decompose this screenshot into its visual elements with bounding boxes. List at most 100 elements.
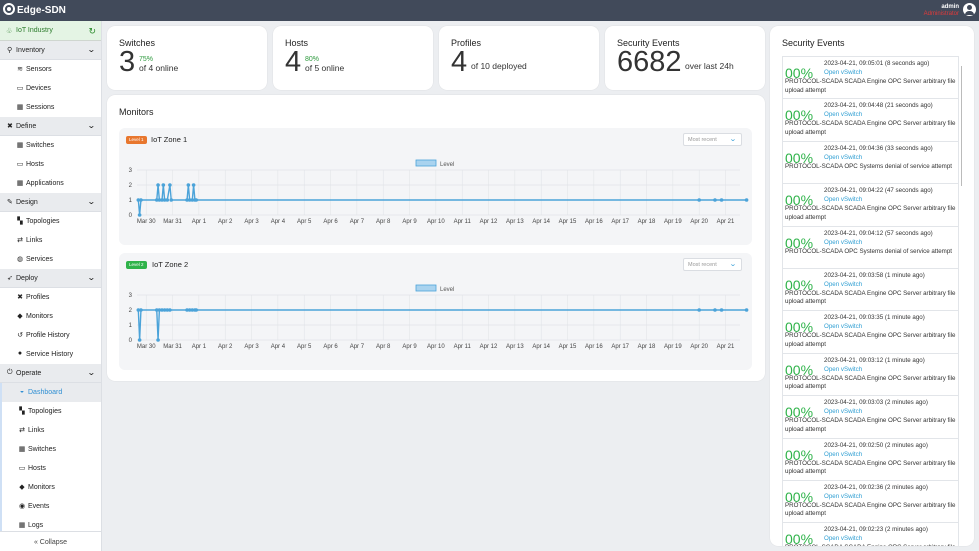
data-point[interactable] bbox=[137, 338, 142, 342]
sidebar-item-label: Events bbox=[28, 503, 50, 510]
sidebar-item-devices[interactable]: ▭ Devices bbox=[0, 79, 101, 98]
data-point[interactable] bbox=[697, 308, 701, 312]
events-scrollbar[interactable] bbox=[961, 66, 962, 186]
exchange-icon: ⇄ bbox=[19, 427, 25, 434]
data-point[interactable] bbox=[165, 198, 170, 202]
chevron-down-icon: ⌄ bbox=[87, 121, 97, 130]
sidebar-section-inventory[interactable]: ⚲ Inventory ⌄ bbox=[0, 41, 101, 60]
info-icon: ● bbox=[17, 350, 23, 357]
security-event-item[interactable]: 00% 2023-04-21, 09:04:22 (47 seconds ago)… bbox=[782, 183, 959, 226]
sidebar-item-switches[interactable]: ▦ Switches bbox=[0, 440, 101, 459]
data-point[interactable] bbox=[194, 308, 199, 312]
open-vswitch-link[interactable]: Open vSwitch bbox=[824, 451, 862, 458]
open-vswitch-link[interactable]: Open vSwitch bbox=[824, 281, 862, 288]
sidebar-item-profiles[interactable]: ✖ Profiles bbox=[0, 288, 101, 307]
sidebar-item-sensors[interactable]: ≋ Sensors bbox=[0, 60, 101, 79]
x-tick-label: Apr 14 bbox=[532, 219, 550, 225]
open-vswitch-link[interactable]: Open vSwitch bbox=[824, 196, 862, 203]
open-vswitch-link[interactable]: Open vSwitch bbox=[824, 111, 862, 118]
sidebar-section-label: Design bbox=[16, 199, 38, 206]
open-vswitch-link[interactable]: Open vSwitch bbox=[824, 366, 862, 373]
sidebar-item-label: Switches bbox=[28, 446, 57, 453]
data-point[interactable] bbox=[697, 198, 701, 202]
open-vswitch-link[interactable]: Open vSwitch bbox=[824, 493, 862, 500]
security-event-item[interactable]: 00% 2023-04-21, 09:05:01 (8 seconds ago) O… bbox=[782, 56, 959, 99]
security-event-item[interactable]: 00% 2023-04-21, 09:03:35 (1 minute ago) Op… bbox=[782, 310, 959, 353]
data-point[interactable] bbox=[194, 198, 199, 202]
sidebar-item-switches[interactable]: ▦ Switches bbox=[0, 136, 101, 155]
data-point[interactable] bbox=[161, 183, 166, 187]
sidebar-item-topologies[interactable]: ▚ Topologies bbox=[0, 212, 101, 231]
data-point[interactable] bbox=[169, 198, 174, 202]
refresh-icon[interactable]: ↻ bbox=[88, 26, 96, 37]
data-point[interactable] bbox=[713, 198, 717, 202]
sidebar-item-links[interactable]: ⇄ Links bbox=[0, 421, 101, 440]
data-point[interactable] bbox=[186, 183, 191, 187]
open-vswitch-link[interactable]: Open vSwitch bbox=[824, 154, 862, 161]
sidebar-item-dashboard[interactable]: ◒ Dashboard bbox=[0, 383, 101, 402]
x-tick-label: Apr 9 bbox=[402, 344, 417, 350]
data-point[interactable] bbox=[156, 338, 160, 342]
sidebar-item-events[interactable]: ◉ Events bbox=[0, 497, 101, 516]
security-event-item[interactable]: 00% 2023-04-21, 09:03:58 (1 minute ago) Op… bbox=[782, 267, 959, 311]
data-point[interactable] bbox=[168, 308, 172, 312]
workspace-selector[interactable]: ♧ IoT Industry ↻ bbox=[0, 21, 101, 41]
map-icon: ▚ bbox=[19, 408, 25, 415]
sidebar-item-hosts[interactable]: ▭ Hosts bbox=[0, 155, 101, 174]
data-point[interactable] bbox=[744, 308, 749, 312]
security-event-item[interactable]: 00% 2023-04-21, 09:03:12 (1 minute ago) Op… bbox=[782, 352, 959, 396]
security-events-list[interactable]: 00% 2023-04-21, 09:05:01 (8 seconds ago) O… bbox=[782, 56, 959, 546]
sidebar-item-profile-history[interactable]: ↺ Profile History bbox=[0, 326, 101, 345]
stat-card-switches[interactable]: Switches 3 75% of 4 online bbox=[107, 26, 267, 90]
event-description: PROTOCOL-SCADA SCADA Engine OPC Server a… bbox=[785, 78, 956, 94]
data-point[interactable] bbox=[168, 183, 172, 187]
user-name[interactable]: admin bbox=[941, 4, 959, 11]
sidebar-item-links[interactable]: ⇄ Links bbox=[0, 231, 101, 250]
security-event-item[interactable]: 00% 2023-04-21, 09:04:48 (21 seconds ago)… bbox=[782, 98, 959, 141]
avatar-icon[interactable] bbox=[963, 3, 976, 16]
sidebar-section-design[interactable]: ✎ Design ⌄ bbox=[0, 193, 101, 212]
data-point[interactable] bbox=[137, 213, 142, 217]
dashboard-icon: ◒ bbox=[19, 388, 25, 395]
security-event-item[interactable]: 00% 2023-04-21, 09:02:50 (2 minutes ago) O… bbox=[782, 437, 959, 480]
sidebar-item-sessions[interactable]: ▦ Sessions bbox=[0, 98, 101, 117]
security-event-item[interactable]: 00% 2023-04-21, 09:02:23 (2 minutes ago) O… bbox=[782, 522, 959, 546]
data-point[interactable] bbox=[139, 308, 143, 312]
open-vswitch-link[interactable]: Open vSwitch bbox=[824, 323, 862, 330]
sidebar-section-deploy[interactable]: ➶ Deploy ⌄ bbox=[0, 269, 101, 288]
open-vswitch-link[interactable]: Open vSwitch bbox=[824, 535, 862, 542]
sidebar-item-monitors[interactable]: ◆ Monitors bbox=[0, 478, 101, 497]
sidebar-item-hosts[interactable]: ▭ Hosts bbox=[0, 459, 101, 478]
sidebar-item-services[interactable]: ◍ Services bbox=[0, 250, 101, 269]
event-description: PROTOCOL-SCADA OPC Systems denial of ser… bbox=[785, 247, 953, 255]
security-event-item[interactable]: 00% 2023-04-21, 09:02:36 (2 minutes ago) O… bbox=[782, 479, 959, 523]
data-point[interactable] bbox=[719, 308, 724, 312]
security-event-item[interactable]: 00% 2023-04-21, 09:04:12 (57 seconds ago)… bbox=[782, 225, 959, 268]
x-tick-label: Mar 31 bbox=[163, 219, 182, 225]
stat-card-profiles[interactable]: Profiles 4 of 10 deployed bbox=[439, 26, 599, 90]
sidebar-item-label: Topologies bbox=[28, 408, 62, 415]
monitor-icon: ▭ bbox=[16, 161, 24, 168]
data-point[interactable] bbox=[719, 198, 724, 202]
x-tick-label: Apr 7 bbox=[350, 219, 365, 225]
stat-card-security-events[interactable]: Security Events 6682 over last 24h bbox=[605, 26, 765, 90]
data-point[interactable] bbox=[191, 183, 196, 187]
security-event-item[interactable]: 00% 2023-04-21, 09:03:03 (2 minutes ago) O… bbox=[782, 395, 959, 438]
sidebar-section-operate[interactable]: ⏻ Operate ⌄ bbox=[0, 364, 101, 383]
sidebar-section-define[interactable]: ✖ Define ⌄ bbox=[0, 117, 101, 136]
sidebar-item-monitors[interactable]: ◆ Monitors bbox=[0, 307, 101, 326]
data-point[interactable] bbox=[713, 308, 717, 312]
sidebar-item-applications[interactable]: ▦ Applications bbox=[0, 174, 101, 193]
open-vswitch-link[interactable]: Open vSwitch bbox=[824, 69, 862, 76]
stat-card-hosts[interactable]: Hosts 4 80% of 5 online bbox=[273, 26, 433, 90]
sidebar-item-service-history[interactable]: ● Service History bbox=[0, 345, 101, 364]
data-point[interactable] bbox=[744, 198, 749, 202]
data-point[interactable] bbox=[139, 198, 143, 202]
collapse-button[interactable]: « Collapse bbox=[0, 531, 101, 551]
security-event-item[interactable]: 00% 2023-04-21, 09:04:36 (33 seconds ago)… bbox=[782, 140, 959, 184]
open-vswitch-link[interactable]: Open vSwitch bbox=[824, 408, 862, 415]
data-point[interactable] bbox=[156, 183, 160, 187]
open-vswitch-link[interactable]: Open vSwitch bbox=[824, 239, 862, 246]
sidebar-item-topologies[interactable]: ▚ Topologies bbox=[0, 402, 101, 421]
sidebar-item-label: Devices bbox=[26, 85, 51, 92]
